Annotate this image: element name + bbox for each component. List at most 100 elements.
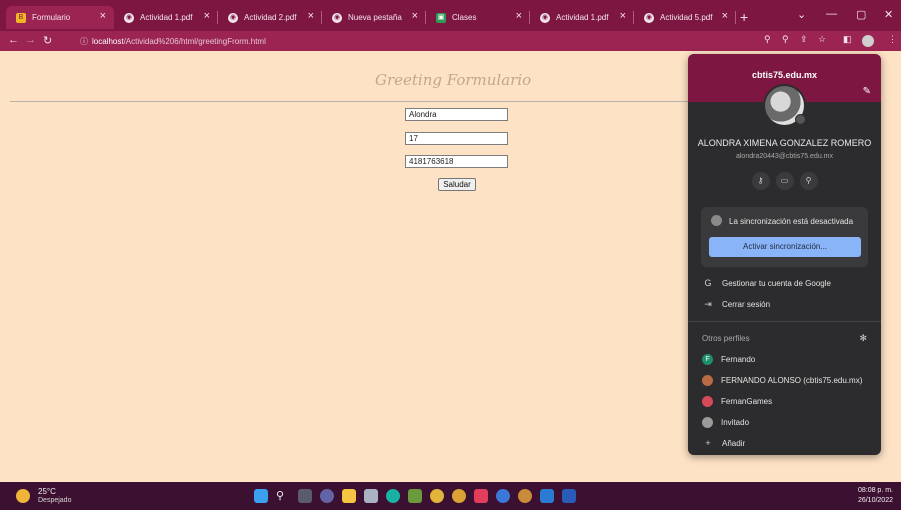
tab-label: Formulario	[32, 13, 71, 22]
add-profile[interactable]: + Añadir	[702, 438, 745, 448]
edit-pencil-icon[interactable]: ✎	[863, 86, 871, 97]
task-view-icon[interactable]	[298, 489, 312, 503]
forward-arrow-icon[interactable]: →	[25, 34, 36, 46]
chrome-icon[interactable]	[452, 489, 466, 503]
site-info-icon[interactable]: ⓘ	[80, 36, 88, 47]
tab-label: Actividad 1.pdf	[556, 13, 609, 22]
name-field[interactable]: Alondra	[405, 108, 508, 121]
close-tab-icon[interactable]: ×	[100, 10, 106, 22]
divider	[688, 321, 881, 322]
profile-email: alondra20443@cbtis75.edu.mx	[735, 153, 833, 160]
tab-actividad-1b[interactable]: ◉ Actividad 1.pdf ×	[530, 6, 634, 29]
profile-item-fernando-alonso[interactable]: FERNANDO ALONSO (cbtis75.edu.mx)	[702, 375, 862, 386]
profile-shortcuts: ⚷ ▭ ⚲	[688, 172, 881, 190]
windows-start-icon[interactable]	[254, 489, 268, 503]
saludar-button[interactable]: Saludar	[438, 178, 476, 191]
menu-kebab-icon[interactable]: ⋮	[888, 34, 897, 45]
tab-clases[interactable]: ▣ Clases ×	[426, 6, 530, 29]
search-icon[interactable]: ⚲	[276, 489, 290, 503]
tab-formulario[interactable]: B Formulario ×	[6, 6, 114, 29]
bookmark-star-icon[interactable]: ☆	[818, 34, 826, 45]
clock-date[interactable]: 26/10/2022	[858, 497, 893, 504]
chrome-icon[interactable]	[518, 489, 532, 503]
share-icon[interactable]: ⇪	[800, 34, 808, 45]
tab-actividad-2[interactable]: ◉ Actividad 2.pdf ×	[218, 6, 322, 29]
chat-icon[interactable]	[320, 489, 334, 503]
profile-name: ALONDRA XIMENA GONZALEZ ROMERO	[697, 138, 872, 148]
weather-moon-icon[interactable]	[16, 489, 30, 503]
app-icon[interactable]	[474, 489, 488, 503]
phone-field[interactable]: 4181763618	[405, 155, 508, 168]
search-icon[interactable]: ⚲	[764, 34, 771, 45]
manage-account-label: Gestionar tu cuenta de Google	[722, 278, 831, 288]
app-icon[interactable]	[496, 489, 510, 503]
globe-icon: ◉	[644, 12, 654, 23]
minecraft-icon[interactable]	[408, 489, 422, 503]
close-window-icon[interactable]: ✕	[884, 8, 893, 21]
close-tab-icon[interactable]: ×	[620, 10, 626, 22]
weather-condition: Despejado	[38, 497, 72, 504]
sign-out[interactable]: ⇥ Cerrar sesión	[702, 299, 770, 310]
profile-item-fernando[interactable]: F Fernando	[702, 354, 755, 365]
tab-search-chevron-icon[interactable]: ⌄	[797, 8, 806, 21]
chrome-icon[interactable]	[430, 489, 444, 503]
manage-google-account[interactable]: G Gestionar tu cuenta de Google	[702, 278, 831, 288]
clock-time[interactable]: 08:08 p. m.	[858, 487, 893, 494]
account-domain: cbtis75.edu.mx	[751, 70, 818, 80]
vscode-icon[interactable]	[540, 489, 554, 503]
profile-avatar-icon	[702, 375, 713, 386]
guest-person-icon	[702, 417, 713, 428]
tab-actividad-1[interactable]: ◉ Actividad 1.pdf ×	[114, 6, 218, 29]
location-pin-icon[interactable]: ⚲	[799, 172, 818, 190]
reload-icon[interactable]: ↻	[43, 34, 52, 47]
close-tab-icon[interactable]: ×	[516, 10, 522, 22]
word-icon[interactable]	[562, 489, 576, 503]
title-divider	[10, 101, 690, 102]
side-panel-icon[interactable]: ◧	[843, 34, 852, 45]
new-tab-plus-icon[interactable]: +	[740, 9, 748, 25]
profile-item-label: Invitado	[721, 418, 750, 427]
key-icon[interactable]: ⚷	[751, 172, 770, 190]
payment-card-icon[interactable]: ▭	[775, 172, 794, 190]
maximize-icon[interactable]: ▢	[856, 8, 866, 21]
profile-avatar-icon	[702, 396, 713, 407]
profile-initial-icon: F	[702, 354, 713, 365]
profile-item-label: FernanGames	[721, 397, 773, 406]
tab-nueva-pestana[interactable]: ◉ Nueva pestaña ×	[322, 6, 426, 29]
tab-label: Actividad 2.pdf	[244, 13, 297, 22]
minimize-icon[interactable]: —	[826, 8, 837, 20]
gear-icon[interactable]: ✻	[859, 333, 867, 344]
plus-icon: +	[705, 438, 711, 448]
tab-strip: B Formulario × ◉ Actividad 1.pdf × ◉ Act…	[0, 0, 901, 31]
globe-icon: ◉	[228, 12, 238, 23]
zoom-icon[interactable]: ⚲	[782, 34, 789, 45]
profile-item-label: FERNANDO ALONSO (cbtis75.edu.mx)	[721, 376, 863, 385]
close-tab-icon[interactable]: ×	[204, 10, 210, 22]
profile-item-invitado[interactable]: Invitado	[702, 417, 749, 428]
tab-label: Actividad 1.pdf	[140, 13, 193, 22]
activate-sync-button[interactable]: Activar sincronización...	[709, 237, 861, 257]
globe-icon: ◉	[332, 12, 342, 23]
close-tab-icon[interactable]: ×	[412, 10, 418, 22]
back-arrow-icon[interactable]: ←	[8, 34, 19, 46]
close-tab-icon[interactable]: ×	[308, 10, 314, 22]
other-profiles-label: Otros perfiles	[702, 334, 750, 343]
avatar-camera-badge-icon[interactable]	[795, 114, 806, 125]
temperature: 25°C	[38, 487, 56, 496]
store-icon[interactable]	[364, 489, 378, 503]
globe-icon: ◉	[540, 12, 550, 23]
classroom-icon: ▣	[436, 12, 446, 23]
profile-item-fernangames[interactable]: FernanGames	[702, 396, 772, 407]
tab-actividad-5[interactable]: ◉ Actividad 5.pdf ×	[634, 6, 736, 29]
url-path: /Actividad%206/html/greetingFrorm.html	[123, 36, 266, 46]
profile-avatar-button[interactable]	[862, 35, 874, 47]
edge-icon[interactable]	[386, 489, 400, 503]
profile-item-label: Fernando	[721, 355, 756, 364]
close-tab-icon[interactable]: ×	[722, 10, 728, 22]
age-field[interactable]: 17	[405, 132, 508, 145]
file-explorer-icon[interactable]	[342, 489, 356, 503]
globe-icon: ◉	[124, 12, 134, 23]
tab-label: Nueva pestaña	[348, 13, 402, 22]
address-bar[interactable]: ⓘ localhost /Actividad%206/html/greeting…	[80, 33, 750, 49]
google-g-icon: G	[704, 278, 712, 288]
